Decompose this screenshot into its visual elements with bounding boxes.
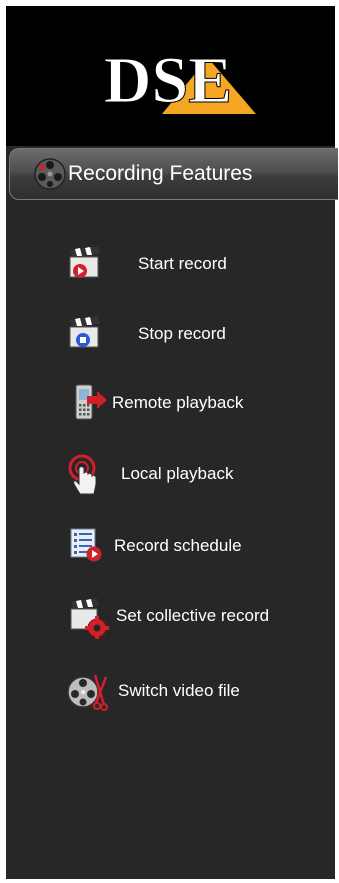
menu-item-label: Local playback [121,464,234,483]
recording-features-panel: DSE Recording Features Start record Stop… [6,6,338,879]
menu-item-label: Switch video file [118,681,240,700]
menu-item-label: Record schedule [114,536,242,555]
clapperboard-play-icon [69,246,100,278]
clapperboard-gear-icon [70,598,109,639]
phone-playback-icon [75,384,107,420]
logo-text: DSE [104,44,232,117]
clapperboard-stop-icon [69,316,100,348]
menu-item-label: Set collective record [116,606,270,625]
menu-item-switch-video-file[interactable]: Switch video file [6,671,335,715]
film-reel-icon [34,158,66,190]
schedule-list-icon [70,528,102,562]
section-header[interactable]: Recording Features [9,148,338,200]
menu-item-local-playback[interactable]: Local playback [6,454,335,498]
section-title: Recording Features [68,162,253,185]
menu-item-stop-record[interactable]: Stop record [6,314,335,358]
logo-area: DSE [6,6,335,146]
menu-item-record-schedule[interactable]: Record schedule [6,526,335,570]
film-reel-scissors-icon [67,674,108,711]
menu-item-remote-playback[interactable]: Remote playback [6,383,335,427]
menu-item-label: Start record [138,254,227,273]
hand-touch-icon [68,454,97,495]
dse-logo: DSE [103,44,256,118]
menu-item-set-collective-record[interactable]: Set collective record [6,596,335,640]
menu-item-label: Stop record [138,324,226,343]
menu-item-start-record[interactable]: Start record [6,244,335,288]
menu-item-label: Remote playback [112,393,244,412]
